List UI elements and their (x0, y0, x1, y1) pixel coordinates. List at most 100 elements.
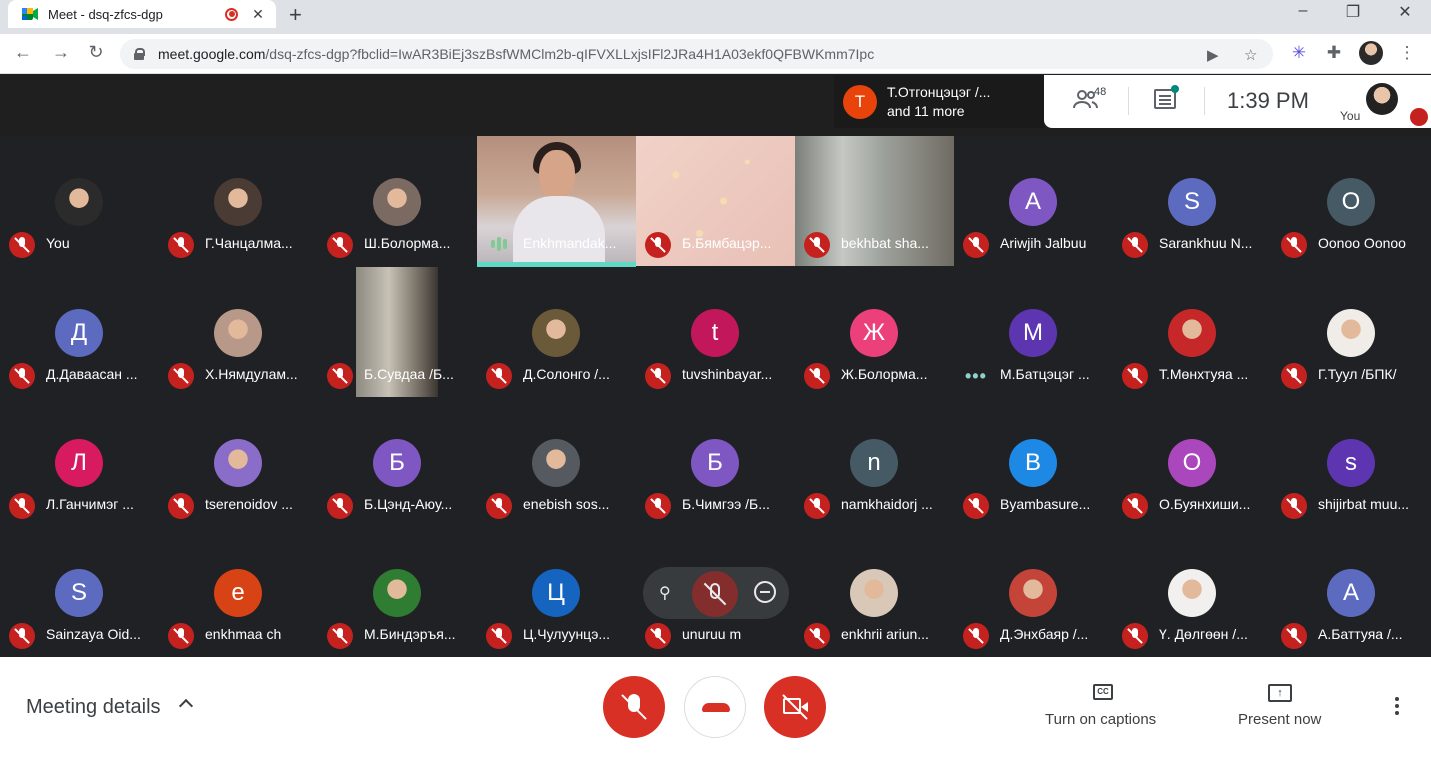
participant-tile[interactable]: S Sainzaya Oid... (0, 527, 159, 657)
microphone-toggle-button[interactable] (603, 676, 665, 738)
participant-tile[interactable]: Б.Сувдаа /Б... (318, 267, 477, 397)
restore-button[interactable]: ❐ (1343, 2, 1363, 22)
participant-name: Д.Энхбаяр /... (1000, 626, 1089, 642)
participant-name: Г.Чанцалма... (205, 235, 293, 251)
participant-tile[interactable]: Ү. Дөлгөөн /... (1113, 527, 1272, 657)
participant-tile[interactable]: A А.Баттуяа /... (1272, 527, 1431, 657)
participant-tile[interactable]: Enkhmandak... (477, 136, 636, 267)
participant-name: tserenoidov ... (205, 496, 293, 512)
muted-mic-icon (645, 623, 671, 649)
participant-photo (1168, 309, 1216, 357)
bookmark-star-icon[interactable]: ☆ (1244, 46, 1257, 64)
participant-tile[interactable]: s shijirbat muu... (1272, 397, 1431, 527)
browser-tab[interactable]: Meet - dsq-zfcs-dgp ✕ (8, 0, 276, 28)
camera-blocked-icon[interactable]: ▶ (1207, 46, 1219, 64)
url-field[interactable]: meet.google.com/dsq-zfcs-dgp?fbclid=IwAR… (120, 39, 1273, 69)
participant-name: Sarankhuu N... (1159, 235, 1253, 251)
new-tab-button[interactable]: + (289, 2, 302, 28)
participant-tile[interactable]: Ш.Болорма... (318, 136, 477, 266)
participant-tile[interactable]: Б Б.Цэнд-Аюу... (318, 397, 477, 527)
participant-tile[interactable]: Х.Нямдулам... (159, 267, 318, 397)
minimize-button[interactable]: – (1293, 2, 1313, 20)
participant-photo (532, 309, 580, 357)
remove-participant-icon[interactable] (754, 581, 776, 603)
muted-mic-icon (327, 493, 353, 519)
participant-tile[interactable]: B Byambasure... (954, 397, 1113, 527)
meeting-details-button[interactable]: Meeting details (26, 696, 161, 719)
participant-tile[interactable]: О О.Буянхиши... (1113, 397, 1272, 527)
participant-name: Ү. Дөлгөөн /... (1159, 626, 1248, 642)
participant-name: Т.Мөнхтуяа ... (1159, 366, 1249, 382)
participant-initial-avatar: Б (373, 439, 421, 487)
participant-tile[interactable]: O Oonoo Oonoo (1272, 136, 1431, 266)
participant-tile[interactable]: S Sarankhuu N... (1113, 136, 1272, 266)
participant-tile[interactable]: A Ariwjih Jalbuu (954, 136, 1113, 266)
participant-name: Oonoo Oonoo (1318, 235, 1406, 251)
reload-icon[interactable]: ↻ (85, 42, 107, 63)
participant-tile[interactable]: You (0, 136, 159, 266)
participant-tile[interactable]: М.Биндэръя... (318, 527, 477, 657)
muted-mic-icon (804, 363, 830, 389)
participant-name: Б.Цэнд-Аюу... (364, 496, 453, 512)
video-shirt (513, 196, 605, 266)
participant-tile[interactable]: Г.Туул /БПК/ (1272, 267, 1431, 397)
participant-name: Ж.Болорма... (841, 366, 928, 382)
participant-photo (1168, 569, 1216, 617)
participant-name: enebish sos... (523, 496, 610, 512)
extension-snowflake-icon[interactable]: ✳ (1288, 43, 1310, 63)
present-now-button[interactable]: Present now (1238, 711, 1321, 728)
muted-mic-icon (1281, 363, 1307, 389)
participant-tile[interactable]: Д.Энхбаяр /... (954, 527, 1113, 657)
muted-mic-icon (1122, 232, 1148, 258)
participant-photo (1009, 569, 1057, 617)
profile-avatar[interactable] (1359, 41, 1383, 65)
present-icon[interactable]: ↑ (1268, 684, 1292, 702)
mute-participant-button[interactable] (692, 571, 738, 617)
participant-tile[interactable]: enkhrii ariun... (795, 527, 954, 657)
captions-button[interactable]: Turn on captions (1045, 711, 1156, 728)
pin-icon[interactable]: ⚲ (659, 583, 675, 602)
participant-tile[interactable]: Д Д.Даваасан ... (0, 267, 159, 397)
extensions-puzzle-icon[interactable]: ✚ (1323, 43, 1345, 63)
leave-call-button[interactable] (684, 676, 746, 738)
participant-tile[interactable]: Д.Солонго /... (477, 267, 636, 397)
chevron-up-icon[interactable] (178, 698, 194, 714)
back-icon[interactable]: ← (12, 42, 34, 63)
more-options-icon[interactable] (1395, 697, 1399, 701)
meeting-clock: 1:39 PM (1227, 88, 1309, 113)
self-avatar[interactable] (1366, 83, 1398, 115)
muted-mic-icon (1122, 493, 1148, 519)
muted-mic-icon (9, 493, 35, 519)
participant-photo (373, 569, 421, 617)
forward-icon[interactable]: → (50, 42, 72, 63)
participant-tile[interactable]: Т.Мөнхтуяа ... (1113, 267, 1272, 397)
muted-mic-icon (327, 363, 353, 389)
participant-name: О.Буянхиши... (1159, 496, 1251, 512)
participant-tile[interactable]: М ••• М.Батцэцэг ... (954, 267, 1113, 397)
muted-mic-icon (9, 232, 35, 258)
participant-tile[interactable]: Б.Бямбацэр... (636, 136, 795, 266)
browser-menu-icon[interactable]: ⋮ (1396, 43, 1418, 63)
self-label: You (1340, 109, 1361, 123)
close-window-button[interactable]: ✕ (1395, 2, 1415, 22)
camera-toggle-button[interactable] (764, 676, 826, 738)
participant-tile[interactable]: Л Л.Ганчимэг ... (0, 397, 159, 527)
participant-initial-avatar: e (214, 569, 262, 617)
participant-name: enkhmaa ch (205, 626, 282, 642)
participant-tile[interactable]: Б Б.Чимгээ /Б... (636, 397, 795, 527)
participant-tile[interactable]: e enkhmaa ch (159, 527, 318, 657)
self-muted-icon (1410, 108, 1428, 126)
captions-icon[interactable]: CC (1093, 684, 1113, 700)
meet-top-right-panel: 48 1:39 PM You (1044, 75, 1431, 128)
close-tab-icon[interactable]: ✕ (250, 6, 266, 23)
participant-tile[interactable]: n namkhaidorj ... (795, 397, 954, 527)
participant-tile[interactable]: Ж Ж.Болорма... (795, 267, 954, 397)
participant-name: Х.Нямдулам... (205, 366, 298, 382)
participant-tile[interactable]: t tuvshinbayar... (636, 267, 795, 397)
participant-tile[interactable]: Г.Чанцалма... (159, 136, 318, 266)
participant-tile[interactable]: enebish sos... (477, 397, 636, 527)
participant-tile[interactable]: Ц Ц.Чулуунцэ... (477, 527, 636, 657)
participant-tile[interactable]: bekhbat sha... (795, 136, 954, 266)
muted-mic-icon (327, 623, 353, 649)
participant-tile[interactable]: tserenoidov ... (159, 397, 318, 527)
